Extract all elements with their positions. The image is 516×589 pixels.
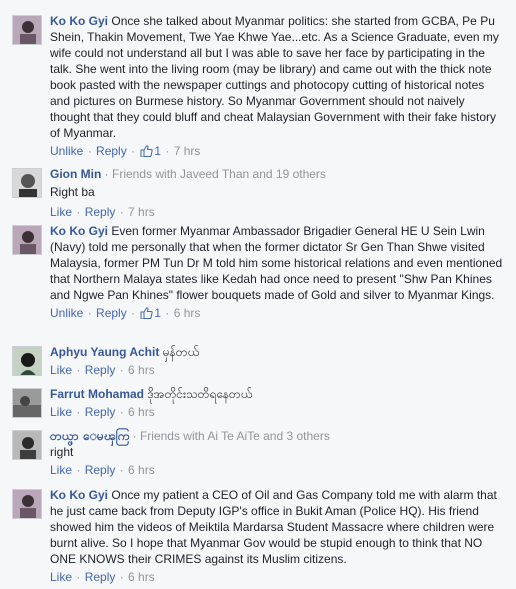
comment-text: Once she talked about Myanmar politics: … bbox=[50, 14, 499, 140]
like-link[interactable]: Like bbox=[50, 363, 72, 377]
comment-body: Aphyu Yaung Achit မှန်တယ် bbox=[50, 344, 504, 360]
timestamp[interactable]: 6 hrs bbox=[128, 363, 155, 377]
commenter-name[interactable]: Gion Min bbox=[50, 167, 101, 181]
comment-7: Ko Ko Gyi Once my patient a CEO of Oil a… bbox=[12, 487, 504, 585]
reply-link[interactable]: Reply bbox=[85, 205, 116, 219]
like-link[interactable]: Like bbox=[50, 205, 72, 219]
comment-header: Gion Min · Friends with Javeed Than and … bbox=[50, 166, 504, 182]
comment-body: Ko Ko Gyi Once she talked about Myanmar … bbox=[50, 13, 504, 141]
avatar[interactable] bbox=[12, 15, 42, 45]
reply-link[interactable]: Reply bbox=[96, 144, 127, 158]
comment-text: Even former Myanmar Ambassador Brigadier… bbox=[50, 224, 503, 302]
commenter-name[interactable]: Ko Ko Gyi bbox=[50, 224, 108, 238]
comment-1: Ko Ko Gyi Once she talked about Myanmar … bbox=[12, 13, 504, 159]
comment-text: Right ba bbox=[50, 185, 95, 199]
comment-actions: Like · Reply · 7 hrs bbox=[50, 205, 155, 219]
reply-link[interactable]: Reply bbox=[96, 306, 127, 320]
comment-actions: Unlike · Reply · 1 · 6 hrs bbox=[50, 306, 201, 320]
avatar[interactable] bbox=[12, 346, 42, 376]
comment-body: Ko Ko Gyi Once my patient a CEO of Oil a… bbox=[50, 487, 504, 567]
unlike-link[interactable]: Unlike bbox=[50, 306, 83, 320]
unlike-link[interactable]: Unlike bbox=[50, 144, 83, 158]
commenter-name[interactable]: Aphyu Yaung Achit bbox=[50, 345, 159, 359]
commenter-name[interactable]: Farrut Mohamad bbox=[50, 387, 144, 401]
like-count[interactable]: 1 bbox=[139, 306, 161, 320]
thumbs-up-icon bbox=[140, 145, 154, 157]
thumbs-up-icon bbox=[140, 307, 154, 319]
like-link[interactable]: Like bbox=[50, 405, 72, 419]
like-count[interactable]: 1 bbox=[139, 144, 161, 158]
comment-actions: Like · Reply · 6 hrs bbox=[50, 463, 155, 477]
comment-body: Ko Ko Gyi Even former Myanmar Ambassador… bbox=[50, 223, 504, 303]
reply-link[interactable]: Reply bbox=[85, 405, 116, 419]
comment-6: တယ္ဖာ ေမၾကြ · Friends with Ai Te AiTe an… bbox=[12, 428, 504, 478]
avatar[interactable] bbox=[12, 430, 42, 460]
comment-actions: Like · Reply · 6 hrs bbox=[50, 363, 155, 377]
comment-2: Gion Min · Friends with Javeed Than and … bbox=[12, 166, 504, 220]
commenter-name[interactable]: Ko Ko Gyi bbox=[50, 14, 108, 28]
like-link[interactable]: Like bbox=[50, 570, 72, 584]
like-link[interactable]: Like bbox=[50, 463, 72, 477]
comment-3: Ko Ko Gyi Even former Myanmar Ambassador… bbox=[12, 223, 504, 321]
reply-link[interactable]: Reply bbox=[85, 363, 116, 377]
timestamp[interactable]: 6 hrs bbox=[174, 306, 201, 320]
reply-link[interactable]: Reply bbox=[85, 463, 116, 477]
comment-text: right bbox=[50, 445, 74, 459]
comment-text: Once my patient a CEO of Oil and Gas Com… bbox=[50, 488, 497, 566]
timestamp[interactable]: 6 hrs bbox=[128, 463, 155, 477]
comment-actions: Like · Reply · 6 hrs bbox=[50, 405, 155, 419]
timestamp[interactable]: 6 hrs bbox=[128, 570, 155, 584]
mutual-friends: · Friends with Ai Te AiTe and 3 others bbox=[132, 429, 330, 443]
comment-header: တယ္ဖာ ေမၾကြ · Friends with Ai Te AiTe an… bbox=[50, 428, 504, 444]
comment-body: Farrut Mohamad ဒိုအတိုင်းသတိရနေတယ် bbox=[50, 386, 504, 402]
avatar[interactable] bbox=[12, 388, 42, 418]
reply-link[interactable]: Reply bbox=[85, 570, 116, 584]
comment-actions: Unlike · Reply · 1 · 7 hrs bbox=[50, 144, 201, 158]
commenter-name[interactable]: တယ္ဖာ ေမၾကြ bbox=[50, 429, 129, 443]
timestamp[interactable]: 7 hrs bbox=[128, 205, 155, 219]
avatar[interactable] bbox=[12, 168, 42, 198]
avatar[interactable] bbox=[12, 489, 42, 519]
comment-actions: Like · Reply · 6 hrs bbox=[50, 570, 155, 584]
timestamp[interactable]: 6 hrs bbox=[128, 405, 155, 419]
comment-5: Farrut Mohamad ဒိုအတိုင်းသတိရနေတယ် Like … bbox=[12, 386, 504, 420]
comment-4: Aphyu Yaung Achit မှန်တယ် Like · Reply ·… bbox=[12, 344, 504, 378]
avatar[interactable] bbox=[12, 225, 42, 255]
comment-text: မှန်တယ် bbox=[162, 345, 200, 359]
timestamp[interactable]: 7 hrs bbox=[174, 144, 201, 158]
mutual-friends: · Friends with Javeed Than and 19 others bbox=[104, 167, 326, 181]
commenter-name[interactable]: Ko Ko Gyi bbox=[50, 488, 108, 502]
comment-text: ဒိုအတိုင်းသတိရနေတယ် bbox=[147, 387, 253, 401]
